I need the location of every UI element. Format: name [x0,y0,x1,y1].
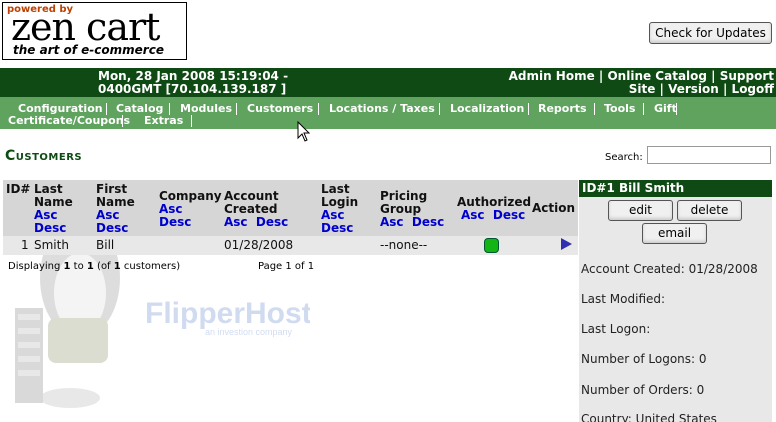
sort-last-name-desc[interactable]: Desc [34,221,66,235]
header-links[interactable]: Admin Home | Online Catalog | Support Si… [509,70,774,96]
check-for-updates-button[interactable]: Check for Updates [649,22,772,44]
info-number-of-orders: Number of Orders: 0 [581,383,705,397]
cell-first-name: Bill [96,238,115,252]
menu-separator [439,103,440,115]
server-rack-icon [15,308,43,403]
menu-customers[interactable]: Customers [247,103,313,115]
header-links-line2[interactable]: Site | Version | Logoff [509,83,774,96]
col-first-name: First Name Asc Desc [96,182,135,235]
logo-brand: zen cart [11,5,160,49]
mouse-cursor-icon [297,121,311,142]
menu-extras[interactable]: Extras [144,115,183,127]
sort-authorized-asc[interactable]: Asc [461,208,485,222]
sort-last-name-asc[interactable]: Asc [34,208,58,222]
email-button[interactable]: email [642,223,707,244]
col-pricing-group: Pricing Group Asc Desc [380,189,445,229]
menu-tools[interactable]: Tools [604,103,635,115]
menu-localization[interactable]: Localization [450,103,524,115]
customer-info-panel: edit delete email Account Created: 01/28… [579,197,772,422]
delete-button[interactable]: delete [677,200,742,221]
server-datetime: Mon, 28 Jan 2008 15:19:04 - 0400GMT [70.… [98,69,289,96]
menu-separator [676,103,677,115]
info-country: Country: United States [581,412,717,422]
edit-button[interactable]: edit [608,200,673,221]
menu-reports[interactable]: Reports [538,103,587,115]
sort-pricing-group-asc[interactable]: Asc [380,215,404,229]
menu-separator [318,103,319,115]
zen-cart-logo: powered by zen cart the art of e-commerc… [2,2,187,60]
menu-separator [122,115,123,127]
col-last-login: Last Login Asc Desc [321,182,359,235]
sort-company-asc[interactable]: Asc [159,202,183,216]
info-number-of-logons: Number of Logons: 0 [581,352,707,366]
customers-table-header: ID# Last Name Asc Desc First Name Asc De… [3,180,578,236]
page-title: Customers [5,148,83,164]
search-label: Search: [605,152,643,163]
sort-account-created-asc[interactable]: Asc [224,215,248,229]
menu-separator [528,103,529,115]
authorized-status-icon[interactable] [484,238,499,253]
sort-authorized-desc[interactable]: Desc [493,208,525,222]
displaying-count: Displaying 1 to 1 (of 1 customers) [8,261,181,272]
sort-last-login-asc[interactable]: Asc [321,208,345,222]
watermark-brand: FlipperHost [145,297,310,330]
col-id: ID# [6,182,31,196]
search-input[interactable] [647,146,771,164]
menu-separator [236,103,237,115]
col-authorized: Authorized Asc Desc [457,195,532,222]
menu-separator [191,115,192,127]
menu-gift-certificate-coupons[interactable]: Gift [654,103,677,115]
info-last-modified: Last Modified: [581,292,666,306]
col-account-created: Account Created Asc Desc [224,189,289,229]
menu-modules[interactable]: Modules [180,103,232,115]
menu-locations-taxes[interactable]: Locations / Taxes [329,103,435,115]
menu-separator [643,103,644,115]
sort-company-desc[interactable]: Desc [159,215,191,229]
sort-first-name-desc[interactable]: Desc [96,221,128,235]
customer-info-title: ID#1 Bill Smith [579,180,772,197]
col-last-name: Last Name Asc Desc [34,182,73,235]
col-action: Action [532,201,576,215]
menu-gift-certificate-coupons-cont[interactable]: Certificate/Coupons [8,115,130,127]
cell-last-name: Smith [34,238,69,252]
page-indicator: Page 1 of 1 [258,261,315,272]
watermark-subtitle: an investion company [205,327,293,337]
cell-account-created: 01/28/2008 [224,238,294,252]
info-last-logon: Last Logon: [581,322,651,336]
cell-id: 1 [21,238,29,252]
sort-account-created-desc[interactable]: Desc [256,215,288,229]
sort-last-login-desc[interactable]: Desc [321,221,353,235]
main-menu-bar: Configuration Catalog Modules Customers … [0,97,776,129]
menu-separator [594,103,595,115]
sort-pricing-group-desc[interactable]: Desc [412,215,444,229]
action-arrow-icon[interactable] [561,238,572,250]
cell-pricing-group: --none-- [380,238,428,252]
info-account-created: Account Created: 01/28/2008 [581,262,758,276]
admin-header-bar: Mon, 28 Jan 2008 15:19:04 - 0400GMT [70.… [0,68,776,97]
col-company: Company Asc Desc [159,189,222,229]
sort-first-name-asc[interactable]: Asc [96,208,120,222]
logo-tagline: the art of e-commerce [13,43,164,57]
